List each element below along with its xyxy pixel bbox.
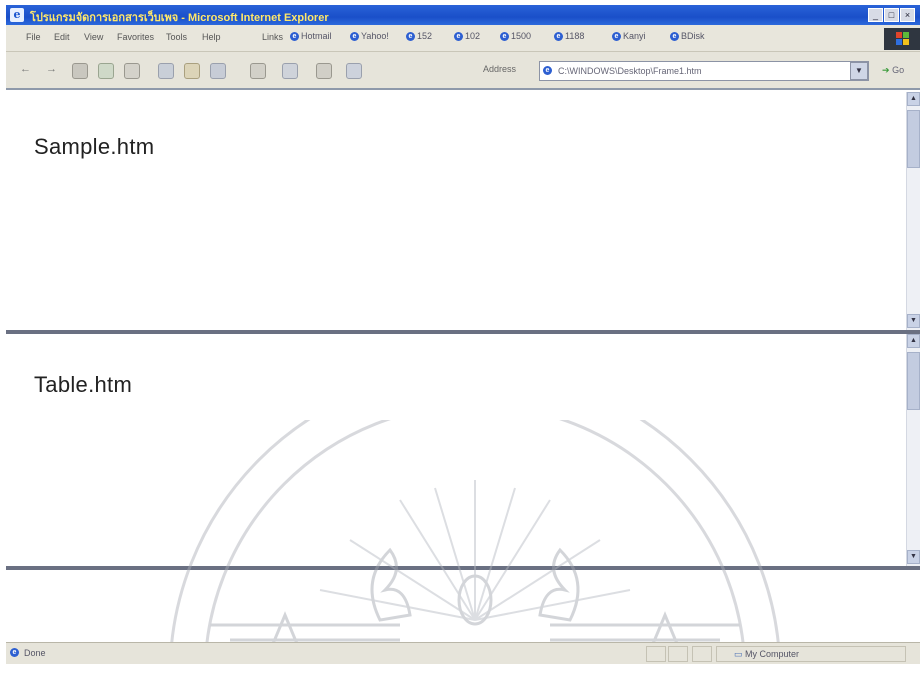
menu-tools[interactable]: Tools bbox=[166, 32, 187, 42]
scroll-down-button[interactable]: ▼ bbox=[907, 314, 920, 328]
status-pane bbox=[646, 646, 666, 662]
scroll-up-button[interactable]: ▲ bbox=[907, 334, 920, 348]
edit-icon[interactable] bbox=[316, 63, 332, 79]
toolbar: ← → Address e C:\WINDOWS\Desktop\Frame1.… bbox=[6, 52, 920, 90]
frame-top-scrollbar[interactable]: ▲ ▼ bbox=[906, 92, 920, 330]
go-button[interactable]: ➔ Go bbox=[882, 65, 904, 76]
link-bdisk[interactable]: e BDisk bbox=[670, 31, 705, 41]
discuss-icon[interactable] bbox=[346, 63, 362, 79]
scroll-down-button[interactable]: ▼ bbox=[907, 550, 920, 564]
menu-view[interactable]: View bbox=[84, 32, 103, 42]
frame-label-table: Table.htm bbox=[34, 372, 133, 397]
link-1188[interactable]: e 1188 bbox=[554, 31, 584, 41]
print-icon[interactable] bbox=[282, 63, 298, 79]
status-pane bbox=[668, 646, 688, 662]
link-kanyi[interactable]: e Kanyi bbox=[612, 31, 646, 41]
favorites-icon[interactable] bbox=[184, 63, 200, 79]
maximize-button[interactable]: □ bbox=[884, 8, 899, 22]
ie-icon: e bbox=[10, 648, 19, 657]
ie-icon: e bbox=[554, 31, 563, 41]
address-dropdown-button[interactable]: ▼ bbox=[850, 62, 868, 80]
menu-help[interactable]: Help bbox=[202, 32, 221, 42]
link-yahoo[interactable]: e Yahoo! bbox=[350, 31, 389, 41]
forward-button[interactable]: → bbox=[46, 63, 57, 75]
frame-middle: Table.htm ▲ ▼ bbox=[6, 334, 920, 566]
ie-icon: e bbox=[406, 31, 415, 41]
windows-logo-icon bbox=[884, 28, 920, 50]
frame-bottom bbox=[6, 570, 920, 642]
mail-icon[interactable] bbox=[250, 63, 266, 79]
ie-icon: e bbox=[612, 31, 621, 41]
link-152[interactable]: e 152 bbox=[406, 31, 432, 41]
history-icon[interactable] bbox=[210, 63, 226, 79]
refresh-icon[interactable] bbox=[98, 63, 114, 79]
search-icon[interactable] bbox=[158, 63, 174, 79]
ie-icon: e bbox=[454, 31, 463, 41]
ie-icon: e bbox=[670, 31, 679, 41]
title-bar: e โปรแกรมจัดการเอกสารเว็บเพจ - Microsoft… bbox=[6, 5, 920, 25]
status-pane bbox=[692, 646, 712, 662]
close-button[interactable]: × bbox=[900, 8, 915, 22]
links-label: Links bbox=[262, 32, 284, 42]
status-bar: e Done ▭ My Computer bbox=[6, 642, 920, 664]
ie-icon: e bbox=[350, 31, 359, 41]
ie-icon: e bbox=[500, 31, 509, 41]
status-text: Done bbox=[24, 648, 46, 658]
frame-middle-scrollbar[interactable]: ▲ ▼ bbox=[906, 334, 920, 566]
menu-edit[interactable]: Edit bbox=[54, 32, 70, 42]
menu-bar: File Edit View Favorites Tools Help Link… bbox=[6, 25, 920, 52]
ie-page-icon: e bbox=[10, 8, 24, 22]
scroll-thumb[interactable] bbox=[907, 110, 920, 168]
link-102[interactable]: e 102 bbox=[454, 31, 480, 41]
ie-icon: e bbox=[290, 31, 299, 41]
menu-file[interactable]: File bbox=[26, 32, 41, 42]
link-1500[interactable]: e 1500 bbox=[500, 31, 531, 41]
frame-top: Sample.htm ▲ ▼ bbox=[6, 92, 920, 330]
frame-label-sample: Sample.htm bbox=[34, 134, 155, 159]
link-hotmail[interactable]: e Hotmail bbox=[290, 31, 332, 41]
scroll-up-button[interactable]: ▲ bbox=[907, 92, 920, 106]
home-icon[interactable] bbox=[124, 63, 140, 79]
page-margin bbox=[0, 664, 920, 675]
stop-icon[interactable] bbox=[72, 63, 88, 79]
go-arrow-icon: ➔ bbox=[882, 65, 890, 75]
ie-icon: e bbox=[543, 66, 552, 75]
back-button[interactable]: ← bbox=[20, 63, 31, 75]
window-title: โปรแกรมจัดการเอกสารเว็บเพจ - Microsoft I… bbox=[30, 12, 329, 24]
address-value: C:\WINDOWS\Desktop\Frame1.htm bbox=[558, 66, 702, 76]
address-label: Address bbox=[483, 64, 517, 74]
computer-icon: ▭ bbox=[734, 649, 743, 659]
address-input[interactable]: e C:\WINDOWS\Desktop\Frame1.htm bbox=[539, 61, 869, 81]
zone-text: ▭ My Computer bbox=[734, 649, 800, 659]
minimize-button[interactable]: _ bbox=[868, 8, 883, 22]
scroll-thumb[interactable] bbox=[907, 352, 920, 410]
menu-favorites[interactable]: Favorites bbox=[117, 32, 154, 42]
